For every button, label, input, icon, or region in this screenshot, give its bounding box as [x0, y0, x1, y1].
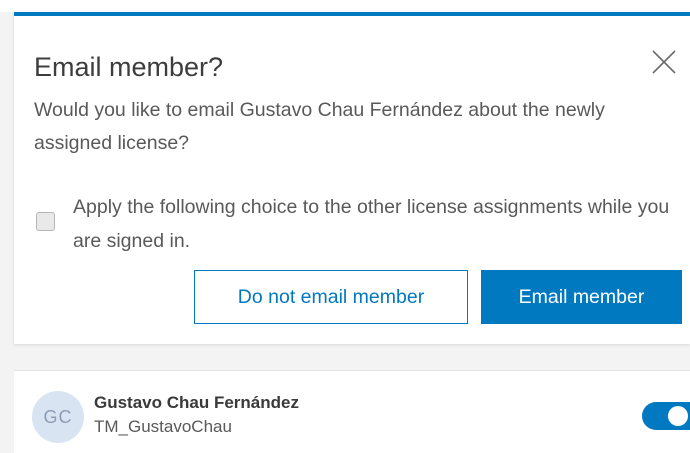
apply-choice-label[interactable]: Apply the following choice to the other …	[73, 190, 688, 258]
apply-choice-checkbox[interactable]	[36, 212, 55, 231]
member-row: GC Gustavo Chau Fernández TM_GustavoChau	[14, 370, 690, 453]
email-member-dialog: Email member? Would you like to email Gu…	[14, 12, 690, 344]
avatar: GC	[32, 391, 84, 443]
do-not-email-button[interactable]: Do not email member	[194, 270, 468, 324]
email-member-button[interactable]: Email member	[481, 270, 682, 324]
member-name: Gustavo Chau Fernández	[94, 393, 299, 412]
member-username: TM_GustavoChau	[94, 417, 232, 436]
page: Email member? Would you like to email Gu…	[0, 0, 690, 453]
dialog-title: Email member?	[34, 52, 224, 82]
background-header-strip	[0, 0, 690, 12]
toggle-knob	[668, 406, 688, 426]
dialog-message: Would you like to email Gustavo Chau Fer…	[34, 99, 605, 154]
close-icon	[652, 50, 676, 74]
close-button[interactable]	[650, 48, 678, 76]
license-toggle[interactable]	[642, 402, 690, 430]
